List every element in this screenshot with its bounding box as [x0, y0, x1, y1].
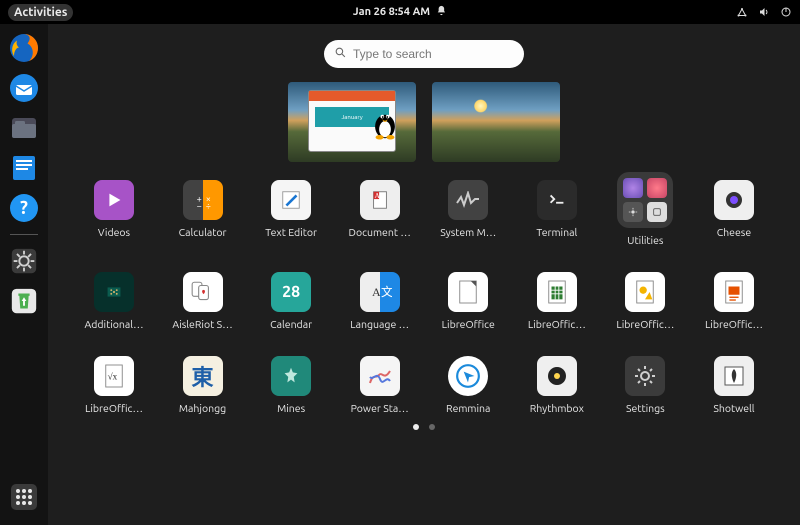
app-label: Rhythmbox [530, 402, 584, 414]
app-libreoffice-math[interactable]: √x LibreOffic… [74, 352, 154, 414]
app-text-editor[interactable]: Text Editor [251, 176, 331, 246]
notification-icon [436, 5, 447, 19]
dock-app-files[interactable] [6, 110, 42, 146]
dock: ? [0, 24, 48, 525]
app-settings[interactable]: Settings [605, 352, 685, 414]
app-label: Calendar [270, 318, 312, 330]
search-bar[interactable] [324, 40, 524, 68]
app-language-support[interactable]: A文 Language … [340, 268, 420, 330]
tux-icon [370, 104, 400, 140]
app-power-statistics[interactable]: Power Sta… [340, 352, 420, 414]
app-terminal[interactable]: Terminal [517, 176, 597, 246]
dock-app-help[interactable]: ? [6, 190, 42, 226]
svg-text:文: 文 [381, 284, 392, 299]
app-label: Power Sta… [351, 402, 409, 414]
activities-overview: January Videos +−×÷ Calculator [48, 24, 800, 525]
app-mahjongg[interactable]: 東 Mahjongg [163, 352, 243, 414]
app-label: AisleRiot S… [172, 318, 232, 330]
app-label: System M… [440, 226, 496, 238]
app-label: Shotwell [713, 402, 754, 414]
folder-icon [617, 172, 673, 228]
app-label: Settings [626, 402, 665, 414]
app-label: Mines [277, 402, 305, 414]
app-label: Cheese [717, 226, 751, 238]
dock-app-firefox[interactable] [6, 30, 42, 66]
app-label: Terminal [536, 226, 577, 238]
app-label: LibreOffic… [705, 318, 763, 330]
app-additional-drivers[interactable]: Additional… [74, 268, 154, 330]
page-dot-2[interactable] [429, 424, 435, 430]
app-mines[interactable]: Mines [251, 352, 331, 414]
svg-text:÷: ÷ [205, 200, 210, 211]
app-label: LibreOffice [442, 318, 495, 330]
svg-text:?: ? [20, 198, 28, 218]
svg-text:√x: √x [108, 372, 118, 382]
app-calendar[interactable]: 28 Calendar [251, 268, 331, 330]
app-label: Text Editor [265, 226, 317, 238]
search-input[interactable] [353, 47, 514, 61]
svg-text:A: A [374, 191, 380, 200]
workspace-2[interactable] [432, 82, 560, 162]
app-videos[interactable]: Videos [74, 176, 154, 246]
app-calculator[interactable]: +−×÷ Calculator [163, 176, 243, 246]
app-cheese[interactable]: Cheese [694, 176, 774, 246]
app-libreoffice-calc[interactable]: LibreOffic… [517, 268, 597, 330]
app-label: Utilities [627, 234, 663, 246]
app-label: Videos [98, 226, 130, 238]
app-label: LibreOffic… [616, 318, 674, 330]
app-rhythmbox[interactable]: Rhythmbox [517, 352, 597, 414]
app-label: Remmina [446, 402, 490, 414]
app-label: Mahjongg [179, 402, 226, 414]
dock-app-thunderbird[interactable] [6, 70, 42, 106]
app-label: Document … [349, 226, 411, 238]
top-bar: Activities Jan 26 8:54 AM [0, 0, 800, 24]
dock-app-settings[interactable] [6, 243, 42, 279]
app-grid: Videos +−×÷ Calculator Text Editor A Doc… [74, 176, 774, 414]
volume-icon[interactable] [758, 6, 770, 18]
dock-app-writer[interactable] [6, 150, 42, 186]
calendar-icon: 28 [271, 272, 311, 312]
app-utilities-folder[interactable]: Utilities [605, 176, 685, 246]
app-label: LibreOffic… [85, 402, 143, 414]
app-label: LibreOffic… [528, 318, 586, 330]
app-system-monitor[interactable]: System M… [428, 176, 508, 246]
workspace-1[interactable]: January [288, 82, 416, 162]
svg-text:−: − [196, 200, 201, 211]
workspace-switcher: January [288, 82, 560, 162]
app-remmina[interactable]: Remmina [428, 352, 508, 414]
app-libreoffice-impress[interactable]: LibreOffic… [694, 268, 774, 330]
app-aisleriot[interactable]: AisleRiot S… [163, 268, 243, 330]
clock[interactable]: Jan 26 8:54 AM [353, 5, 447, 19]
page-dot-1[interactable] [413, 424, 419, 430]
app-libreoffice[interactable]: LibreOffice [428, 268, 508, 330]
app-label: Calculator [179, 226, 227, 238]
clock-text: Jan 26 8:54 AM [353, 6, 430, 18]
dock-separator [10, 234, 38, 235]
power-icon[interactable] [780, 6, 792, 18]
search-icon [334, 46, 347, 62]
dock-app-trash[interactable] [6, 283, 42, 319]
app-shotwell[interactable]: Shotwell [694, 352, 774, 414]
page-indicator[interactable] [413, 424, 435, 430]
show-applications-button[interactable] [6, 479, 42, 515]
svg-text:A: A [372, 285, 381, 299]
app-libreoffice-draw[interactable]: LibreOffic… [605, 268, 685, 330]
app-label: Language … [350, 318, 409, 330]
app-label: Additional… [84, 318, 143, 330]
activities-button[interactable]: Activities [8, 4, 73, 21]
network-icon[interactable] [736, 6, 748, 18]
app-document-viewer[interactable]: A Document … [340, 176, 420, 246]
